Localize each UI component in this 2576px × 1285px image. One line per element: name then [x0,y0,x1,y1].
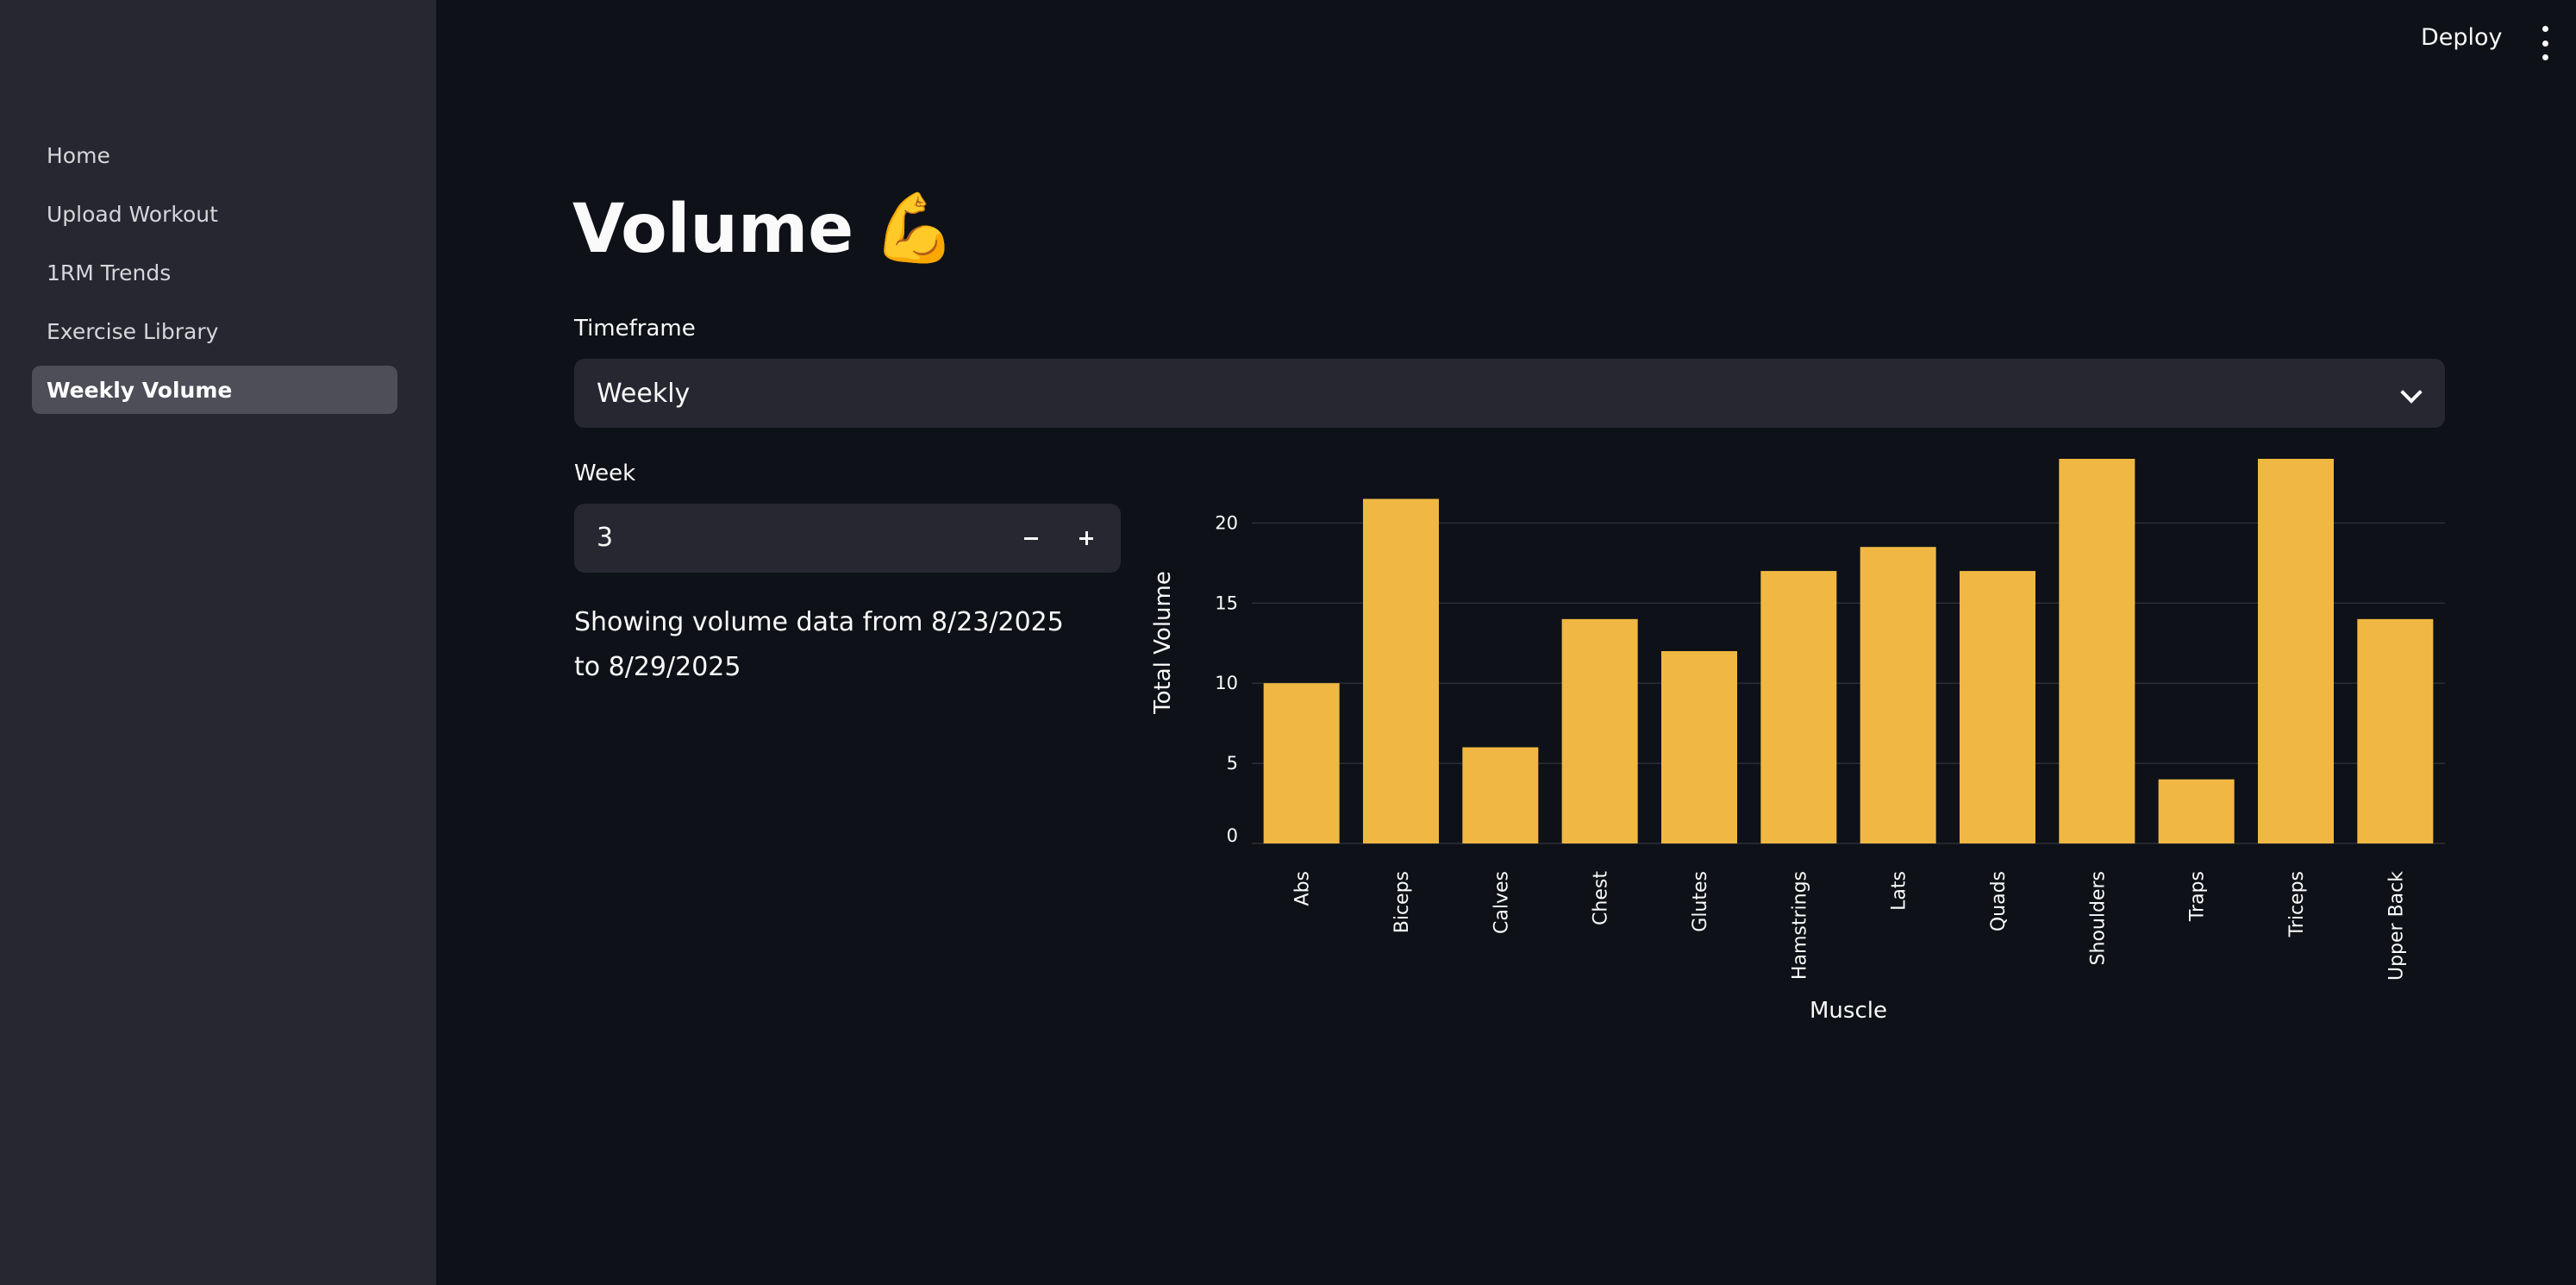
y-tick-label: 20 [1215,512,1238,533]
bar-chest [1561,618,1638,843]
bar-upper-back [2357,618,2434,843]
y-tick-label: 10 [1215,673,1238,693]
sidebar-item-exercise-library[interactable]: Exercise Library [32,307,397,355]
deploy-button[interactable]: Deploy [2421,24,2503,51]
bar-hamstrings [1760,571,1837,843]
sidebar-nav: Home Upload Workout 1RM Trends Exercise … [32,131,397,424]
x-tick-label: Shoulders [2087,871,2109,965]
x-axis-title: Muscle [1810,998,1887,1024]
sidebar-item-home[interactable]: Home [32,131,397,179]
week-label: Week [574,461,636,486]
x-tick-label: Quads [1988,871,2010,931]
x-tick-label: Lats [1889,871,1910,911]
week-value[interactable]: 3 [597,523,613,553]
x-tick-label: Abs [1292,871,1314,906]
volume-bar-chart: 0 5 10 15 20 Abs Biceps Calves Chest Glutes Hamstr… [1150,459,2445,1024]
bar-quads [1960,571,2035,843]
x-tick-label: Glutes [1690,871,1711,932]
sidebar: Home Upload Workout 1RM Trends Exercise … [0,0,436,1285]
sidebar-item-upload-workout[interactable]: Upload Workout [32,190,397,238]
x-tick-label: Calves [1491,871,1512,934]
bar-calves [1462,747,1539,843]
chevron-down-icon [2400,381,2423,404]
page-title: Volume 💪 [572,190,956,268]
bar-lats [1860,547,1936,843]
minus-icon[interactable] [1014,521,1048,555]
y-tick-label: 0 [1227,825,1238,846]
more-vertical-icon[interactable] [2539,26,2551,60]
y-tick-label: 15 [1215,592,1238,613]
x-tick-label: Upper Back [2385,871,2407,981]
week-number-input[interactable]: 3 [574,504,1121,573]
y-axis-title: Total Volume [1150,571,1176,715]
sidebar-item-weekly-volume[interactable]: Weekly Volume [32,366,397,414]
timeframe-label: Timeframe [574,316,696,342]
x-tick-label: Biceps [1391,871,1413,933]
x-tick-label: Triceps [2286,871,2308,937]
page-title-text: Volume [572,190,854,268]
x-tick-label: Hamstrings [1789,871,1810,980]
x-tick-label: Traps [2187,871,2209,922]
flexed-biceps-icon: 💪 [872,190,957,267]
timeframe-select[interactable]: Weekly [574,359,2445,428]
bar-shoulders [2059,459,2135,843]
x-tick-label: Chest [1591,871,1612,925]
timeframe-selected-value: Weekly [597,378,691,409]
bar-biceps [1363,498,1439,843]
bar-abs [1263,683,1340,843]
plus-icon[interactable] [1069,521,1104,555]
y-tick-label: 5 [1227,753,1238,774]
bar-glutes [1661,651,1737,843]
bar-traps [2158,779,2235,843]
bar-triceps [2258,459,2334,843]
sidebar-item-1rm-trends[interactable]: 1RM Trends [32,248,397,297]
date-range-text: Showing volume data from 8/23/2025 to 8/… [574,607,1064,682]
